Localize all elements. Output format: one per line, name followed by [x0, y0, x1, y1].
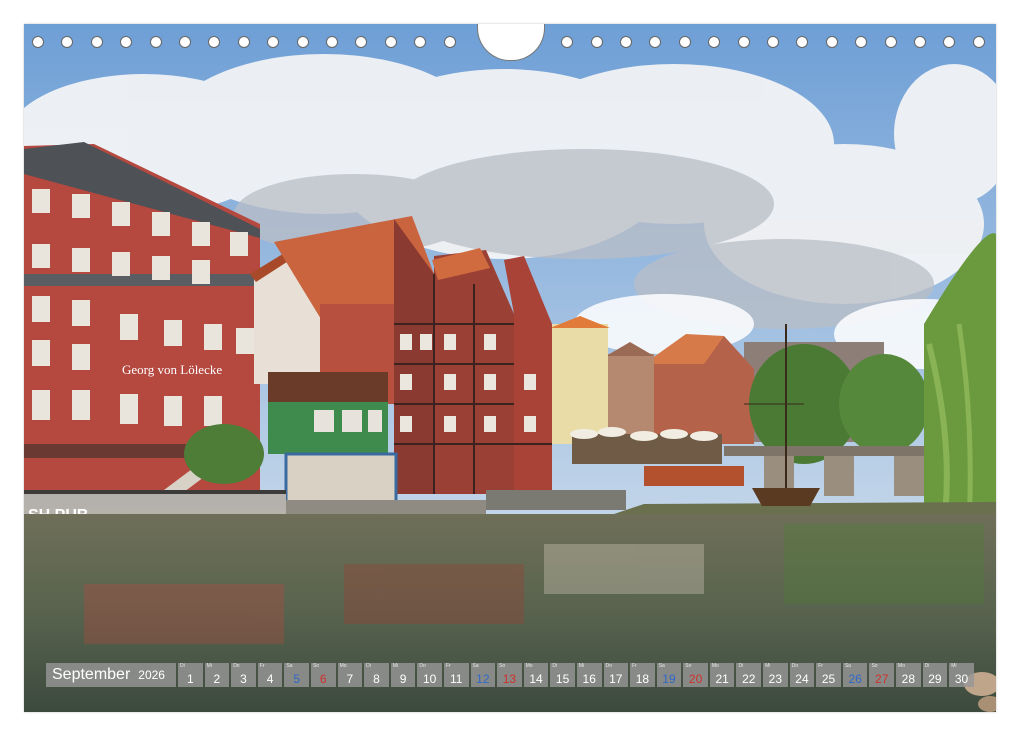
weekday-label: Do — [233, 663, 240, 669]
weekday-label: Sa — [844, 663, 851, 669]
day-cell: Do 24 — [789, 663, 815, 687]
day-number: 6 — [319, 672, 327, 686]
weekday-label: Mi — [206, 663, 212, 669]
day-number: 3 — [240, 672, 247, 686]
weekday-label: Mi — [578, 663, 585, 669]
month-name: September — [52, 666, 131, 683]
day-cell: Do 17 — [603, 663, 629, 687]
weekday-label: Fr — [818, 663, 823, 669]
weekday-label: Sa — [658, 663, 665, 669]
day-number: 2 — [213, 672, 221, 686]
day-number: 15 — [555, 672, 570, 686]
day-number: 1 — [186, 672, 194, 686]
river-townscape-photo: Georg von Lölecke — [24, 24, 996, 712]
building-yellow — [552, 324, 608, 444]
day-number: 12 — [476, 672, 490, 686]
day-cell: Di 22 — [736, 663, 762, 687]
day-cell: Sa 5 — [284, 663, 309, 687]
day-number: 30 — [954, 672, 969, 686]
day-number: 25 — [821, 672, 836, 686]
day-number: 14 — [529, 672, 543, 686]
weekday-label: Do — [419, 663, 426, 669]
day-number: 9 — [399, 672, 407, 686]
weekday-label: So — [685, 663, 692, 669]
weekday-label: Do — [791, 663, 799, 669]
day-cell: Fr 25 — [816, 663, 841, 687]
weekday-label: Mo — [525, 663, 533, 669]
weekday-label: Fr — [259, 663, 265, 669]
day-cell: Mi 16 — [576, 663, 602, 687]
day-number: 22 — [742, 672, 756, 686]
weekday-label: Di — [552, 663, 558, 669]
day-number: 28 — [901, 672, 915, 686]
day-cell: Fr 4 — [257, 663, 283, 687]
weekday-label: Fr — [445, 663, 451, 669]
day-cell: Mi 9 — [390, 663, 416, 687]
calendar-bar: September 2026 Di 1 Mi 2 Do 3 Fr 4 Sa 5 So 6 Mo 7 Di 8 M… — [46, 663, 974, 687]
day-cell: Fr 11 — [443, 663, 469, 687]
month-year: 2026 — [138, 668, 165, 682]
weekday-label: Fr — [632, 663, 637, 669]
day-number: 23 — [768, 672, 783, 686]
weekday-label: Mo — [339, 663, 347, 669]
weekday-label: Sa — [286, 663, 293, 669]
weekday-label: Di — [924, 663, 930, 669]
day-number: 8 — [373, 672, 380, 686]
weekday-label: So — [871, 663, 878, 669]
day-number: 16 — [582, 672, 596, 686]
weekday-label: Di — [366, 663, 371, 669]
day-cell: So 6 — [310, 663, 336, 687]
day-cell: Mo 14 — [523, 663, 549, 687]
day-cell: Mo 7 — [337, 663, 363, 687]
weekday-label: Sa — [472, 663, 479, 669]
day-cell: Di 1 — [178, 663, 203, 687]
day-number: 21 — [715, 672, 729, 686]
day-number: 10 — [422, 672, 437, 686]
day-cell: Di 8 — [364, 663, 389, 687]
day-cell: Fr 18 — [630, 663, 655, 687]
day-number: 24 — [795, 672, 809, 686]
facade-sign: Georg von Lölecke — [122, 362, 222, 377]
day-number: 19 — [662, 672, 676, 686]
weekday-label: Di — [738, 663, 744, 669]
day-number: 17 — [609, 672, 623, 686]
day-number: 27 — [875, 672, 889, 686]
day-number: 4 — [266, 672, 274, 686]
day-cell: Sa 12 — [470, 663, 496, 687]
day-number: 5 — [293, 672, 301, 686]
day-cell: Sa 26 — [842, 663, 868, 687]
weekday-label: Mi — [951, 663, 957, 669]
day-cell: Mi 30 — [949, 663, 974, 687]
day-cell: Do 3 — [231, 663, 256, 687]
day-number: 11 — [450, 672, 463, 686]
day-cell: Mi 23 — [763, 663, 788, 687]
day-cell: So 27 — [869, 663, 895, 687]
day-cell: Di 15 — [550, 663, 575, 687]
day-cell: Mi 2 — [204, 663, 230, 687]
day-number: 7 — [346, 672, 354, 686]
month-label: September 2026 — [46, 663, 176, 687]
weekday-label: Mo — [898, 663, 905, 669]
weekday-label: Di — [180, 663, 185, 669]
day-cell: Mo 21 — [709, 663, 735, 687]
weekday-label: Mo — [711, 663, 719, 669]
day-cell: Di 29 — [922, 663, 948, 687]
day-cell: So 13 — [497, 663, 522, 687]
day-cell: Mo 28 — [896, 663, 921, 687]
day-cell: So 20 — [683, 663, 708, 687]
day-number: 20 — [688, 672, 703, 686]
day-number: 29 — [928, 672, 942, 686]
weekday-label: Mi — [765, 663, 771, 669]
calendar-page: Georg von Lölecke September 2026 Di 1 Mi… — [24, 24, 996, 712]
day-number: 13 — [502, 672, 517, 686]
weekday-label: So — [312, 663, 320, 669]
day-number: 26 — [848, 672, 862, 686]
day-cell: Do 10 — [417, 663, 442, 687]
weekday-label: Do — [605, 663, 612, 669]
day-cell: Sa 19 — [656, 663, 682, 687]
day-number: 18 — [635, 672, 650, 686]
weekday-label: Mi — [392, 663, 399, 669]
weekday-label: So — [499, 663, 506, 669]
green-annex — [268, 372, 398, 508]
